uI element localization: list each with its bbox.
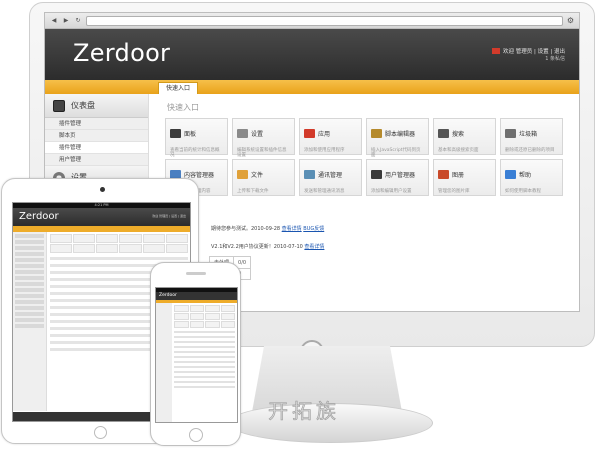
sidebar-item-plugins[interactable]: 插件管理	[45, 118, 148, 130]
quick-entry-tile[interactable]: 通讯管理发送和管理通讯消息	[299, 159, 362, 196]
news-list: 期待您参与测试。2010-09-28 查看详情 BUG反馈 V2.1和V2.2用…	[211, 220, 324, 256]
tile-title: 用户管理器	[385, 172, 416, 179]
tab-bar: 快速入口	[45, 80, 579, 94]
tile-title: 垃圾箱	[519, 131, 538, 138]
panel-icon	[170, 129, 181, 138]
sidebar-item-scripts[interactable]: 脚本页	[45, 130, 148, 142]
tile-title: 应用	[318, 131, 331, 138]
tile-title: 文件	[251, 172, 264, 179]
tile-title: 图册	[452, 172, 465, 179]
news-item: V2.1和V2.2用户协议更新！2010-07-10 查看详情	[211, 238, 324, 256]
tile-title: 设置	[251, 131, 264, 138]
forward-icon[interactable]: ▶	[62, 17, 70, 25]
reload-icon[interactable]: ↻	[74, 17, 82, 25]
tablet-logo: Zerdoor	[19, 211, 59, 222]
tablet-home-button	[94, 426, 107, 439]
quick-entry-tile[interactable]: 应用添加和使用应用程序	[299, 118, 362, 155]
news-detail-link[interactable]: 查看详情	[304, 244, 324, 250]
app-header: Zerdoor 欢迎 管理员 | 设置 | 退出 1 条私信	[45, 29, 579, 80]
quick-entry-tile[interactable]: 垃圾箱删除或还原已删除的项目	[500, 118, 563, 155]
sidebar-item-plugin-manager[interactable]: 插件管理	[45, 142, 148, 154]
tablet-header-links: 欢迎 管理员 | 设置 | 退出	[152, 214, 186, 218]
sidebar-dashboard-label: 仪表盘	[71, 101, 95, 110]
tile-description: 查看当前的统计和信息概况	[170, 148, 220, 159]
tablet-sidebar	[13, 232, 47, 411]
header-links: 欢迎 管理员 | 设置 | 退出	[492, 47, 565, 55]
tile-description: 上传和下载文件	[237, 189, 269, 194]
phone-main	[174, 305, 235, 391]
search-icon	[438, 129, 449, 138]
browser-settings-icon[interactable]: ⚙	[567, 16, 574, 25]
tablet-camera	[100, 187, 105, 192]
tile-title: 搜索	[452, 131, 465, 138]
file-icon	[237, 170, 248, 179]
unread-messages[interactable]: 1 条私信	[545, 55, 565, 62]
quick-entry-tile[interactable]: 设置编辑系统设置和插件信息设置	[232, 118, 295, 158]
phone-tile-grid	[174, 305, 235, 328]
tile-description: 基本和高级搜索页面	[438, 148, 479, 153]
watermark: 开拓族	[268, 399, 340, 424]
tile-title: 面板	[184, 131, 197, 138]
tile-description: 添加和编辑用户设置	[371, 189, 412, 194]
back-icon[interactable]: ◀	[50, 17, 58, 25]
bug-report-link[interactable]: BUG反馈	[303, 226, 324, 232]
browser-toolbar: ◀ ▶ ↻ ⚙	[45, 13, 579, 29]
app-logo[interactable]: Zerdoor	[73, 39, 170, 67]
news-text: 期待您参与测试。2010-09-28	[211, 226, 281, 232]
tablet-header: Zerdoor 欢迎 管理员 | 设置 | 退出	[13, 208, 190, 226]
tile-title: 通讯管理	[318, 172, 343, 179]
quick-entry-tile[interactable]: 用户管理器添加和编辑用户设置	[366, 159, 429, 196]
phone-sidebar	[156, 303, 172, 422]
script-editor-icon	[371, 129, 382, 138]
mail-icon[interactable]	[492, 48, 501, 54]
users-icon	[371, 170, 382, 179]
help-icon	[505, 170, 516, 179]
address-bar[interactable]	[86, 15, 563, 26]
quick-entry-grid: 面板 查看当前的统计和信息概况 设置 编辑系统设置和插件信息设置 应用 添加和使用应用程序…	[165, 118, 563, 196]
phone-header: Zerdoor	[156, 292, 237, 300]
settings-icon	[237, 129, 248, 138]
quick-entry-tile[interactable]: 搜索基本和高级搜索页面	[433, 118, 496, 155]
tile-title: 脚本编辑器	[385, 131, 416, 138]
phone-home-button	[189, 428, 203, 442]
sidebar-dashboard[interactable]: 仪表盘	[45, 94, 148, 118]
tile-description: 编辑系统设置和插件信息设置	[237, 148, 287, 159]
news-detail-link[interactable]: 查看详情	[282, 226, 302, 232]
tile-description: 添加和使用应用程序	[304, 148, 345, 153]
dashboard-icon	[53, 99, 65, 112]
tile-title: 帮助	[519, 172, 532, 179]
phone-device: Zerdoor	[150, 262, 241, 446]
tablet-tile-grid	[50, 234, 188, 253]
tile-description: 插入JavaScript代码到页面	[371, 148, 421, 159]
quick-entry-tile[interactable]: 帮助如何使用脚本教程	[500, 159, 563, 196]
tab-quick-entry[interactable]: 快速入口	[158, 82, 199, 94]
news-text: V2.1和V2.2用户协议更新！2010-07-10	[211, 244, 303, 250]
news-item: 期待您参与测试。2010-09-28 查看详情 BUG反馈	[211, 220, 324, 238]
phone-content-rows	[174, 331, 235, 388]
quick-entry-tile[interactable]: 面板查看当前的统计和信息概况	[165, 118, 228, 158]
phone-speaker	[186, 272, 206, 275]
sidebar-item-users[interactable]: 用户管理	[45, 154, 148, 166]
tile-description: 如何使用脚本教程	[505, 189, 541, 194]
quick-entry-tile[interactable]: 文件上传和下载文件	[232, 159, 295, 196]
section-title: 快速入口	[167, 103, 199, 112]
tile-description: 发送和管理通讯消息	[304, 189, 345, 194]
tile-description: 管理您的图片库	[438, 189, 470, 194]
quick-entry-tile[interactable]: 脚本编辑器插入JavaScript代码到页面	[366, 118, 429, 158]
gallery-icon	[438, 170, 449, 179]
mail-icon	[304, 170, 315, 179]
phone-screen: Zerdoor	[155, 287, 238, 423]
quick-entry-tile[interactable]: 图册管理您的图片库	[433, 159, 496, 196]
apps-icon	[304, 129, 315, 138]
trash-icon	[505, 129, 516, 138]
header-user-links[interactable]: 欢迎 管理员 | 设置 | 退出	[503, 47, 565, 55]
tile-description: 删除或还原已删除的项目	[505, 148, 555, 153]
